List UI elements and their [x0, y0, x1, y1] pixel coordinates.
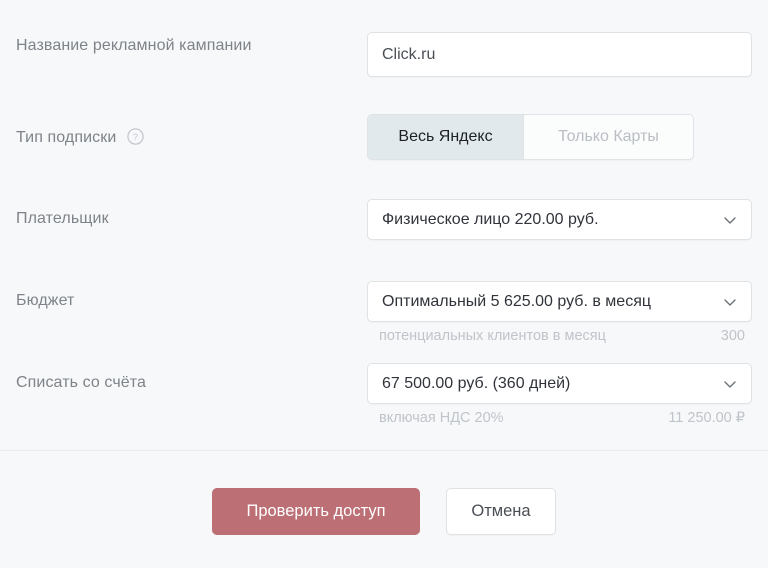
- segmented-control: Весь Яндекс Только Карты: [367, 114, 694, 160]
- svg-text:?: ?: [133, 132, 138, 143]
- budget-select[interactable]: Оптимальный 5 625.00 руб. в месяц: [367, 281, 752, 322]
- payer-select-value: Физическое лицо 220.00 руб.: [382, 210, 599, 228]
- footer-divider: [0, 450, 768, 451]
- chevron-down-icon: [721, 293, 739, 311]
- chevron-down-icon: [721, 211, 739, 229]
- segment-maps-only[interactable]: Только Карты: [523, 115, 693, 159]
- campaign-settings-form: Название рекламной кампании Click.ru Тип…: [0, 0, 768, 568]
- label-subscription-type-text: Тип подписки: [16, 129, 117, 146]
- budget-hint-value: 300: [720, 328, 745, 344]
- subscription-type-toggle-group: Весь Яндекс Только Карты: [367, 114, 752, 160]
- campaign-name-input[interactable]: Click.ru: [367, 32, 752, 77]
- segment-all-yandex-label: Весь Яндекс: [398, 128, 493, 145]
- charge-account-select[interactable]: 67 500.00 руб. (360 дней): [367, 363, 752, 404]
- budget-select-value: Оптимальный 5 625.00 руб. в месяц: [382, 292, 652, 310]
- budget-hint-text: потенциальных клиентов в месяц: [379, 328, 606, 344]
- segment-all-yandex[interactable]: Весь Яндекс: [368, 115, 523, 159]
- payer-select[interactable]: Физическое лицо 220.00 руб.: [367, 199, 752, 240]
- charge-account-select-value: 67 500.00 руб. (360 дней): [382, 374, 571, 392]
- label-charge-account: Списать со счёта: [16, 374, 147, 391]
- chevron-down-icon: [721, 375, 739, 393]
- budget-hint-row: потенциальных клиентов в месяц 300: [367, 328, 752, 344]
- label-budget: Бюджет: [16, 292, 75, 309]
- segment-maps-only-label: Только Карты: [558, 128, 659, 145]
- question-circle-icon[interactable]: ?: [127, 128, 144, 145]
- label-subscription-type: Тип подписки ?: [16, 128, 144, 148]
- charge-account-hint-row: включая НДС 20% 11 250.00 ₽: [367, 410, 752, 426]
- vat-hint-value: 11 250.00 ₽: [668, 410, 745, 426]
- label-payer: Плательщик: [16, 210, 109, 227]
- check-access-button[interactable]: Проверить доступ: [212, 488, 420, 535]
- cancel-button[interactable]: Отмена: [446, 488, 556, 535]
- campaign-name-value: Click.ru: [382, 45, 436, 63]
- vat-hint-text: включая НДС 20%: [379, 410, 504, 426]
- label-campaign-name: Название рекламной кампании: [16, 37, 252, 54]
